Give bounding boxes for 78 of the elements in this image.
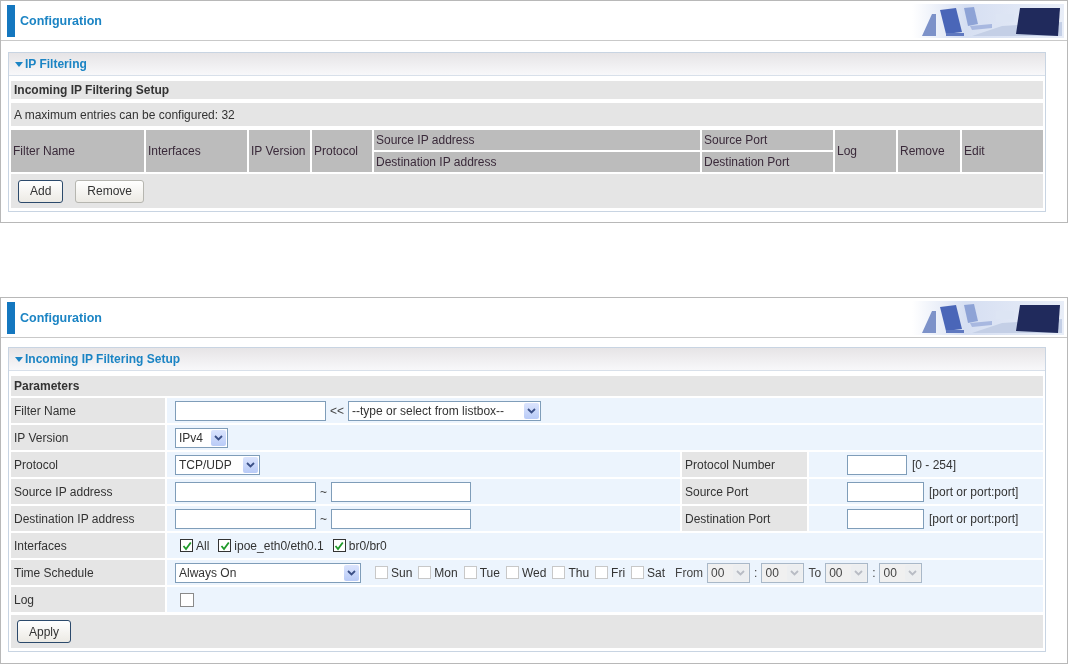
- checkbox[interactable]: Sun: [375, 565, 413, 580]
- field-hint: [port or port:port]: [929, 511, 1019, 526]
- checkmark-icon: [219, 540, 230, 551]
- dropdown[interactable]: IPv4: [175, 427, 228, 448]
- separator: :: [754, 565, 758, 580]
- entries-note: A maximum entries can be configured: 32: [11, 103, 1043, 126]
- dropdown[interactable]: TCP/UDP: [175, 454, 260, 475]
- dropdown[interactable]: Always On: [175, 562, 361, 583]
- section-title[interactable]: IP Filtering: [12, 57, 87, 71]
- time-label: From: [675, 565, 704, 580]
- section-subtitle: Parameters: [11, 376, 1043, 396]
- field-hint: [port or port:port]: [929, 484, 1019, 499]
- field-label: Source IP address: [11, 479, 165, 504]
- column-header: IP Version: [249, 130, 310, 172]
- field-label: IP Version: [11, 425, 165, 450]
- separator: :: [872, 565, 876, 580]
- chevron-down-icon: [854, 569, 864, 576]
- column-header: Destination IP address: [374, 152, 700, 172]
- text-field[interactable]: [331, 508, 471, 529]
- text-field[interactable]: [847, 481, 924, 502]
- column-header: Source Port: [702, 130, 833, 150]
- column-header: Source IP address: [374, 130, 700, 150]
- separator: <<: [330, 403, 344, 418]
- accent-bar: [7, 4, 15, 37]
- checkbox[interactable]: Tue: [463, 565, 500, 580]
- field-label: Interfaces: [11, 533, 165, 558]
- checkbox[interactable]: Mon: [418, 565, 458, 580]
- column-header: Interfaces: [146, 130, 247, 172]
- checkbox[interactable]: Thu: [552, 565, 590, 580]
- checkbox[interactable]: [180, 592, 194, 607]
- dropdown[interactable]: --type or select from listbox--: [348, 400, 541, 421]
- chevron-down-icon: [908, 569, 918, 576]
- field-label: Log: [11, 587, 165, 612]
- checkmark-icon: [334, 540, 345, 551]
- checkbox[interactable]: All: [180, 538, 210, 553]
- text-field[interactable]: [331, 481, 471, 502]
- text-field[interactable]: [175, 481, 316, 502]
- separator: ~: [320, 511, 327, 526]
- button[interactable]: Add: [18, 179, 64, 203]
- text-field[interactable]: [847, 454, 907, 475]
- chevron-down-icon: [527, 407, 536, 414]
- field-label: Protocol Number: [682, 452, 807, 477]
- accent-bar: [7, 301, 15, 334]
- field-hint: [0 - 254]: [912, 457, 957, 472]
- checkbox[interactable]: Fri: [595, 565, 626, 580]
- chevron-down-icon: [790, 569, 800, 576]
- field-label: Destination IP address: [11, 506, 165, 531]
- time-label: To: [808, 565, 822, 580]
- page-title: Configuration: [20, 310, 103, 325]
- chevron-down-icon: [736, 569, 746, 576]
- text-field[interactable]: [847, 508, 924, 529]
- chevron-down-icon: [347, 569, 356, 576]
- checkbox[interactable]: br0/br0: [332, 538, 387, 553]
- field-label: Time Schedule: [11, 560, 165, 585]
- checkbox[interactable]: Sat: [631, 565, 666, 580]
- separator: ~: [320, 484, 327, 499]
- field-label: Source Port: [682, 479, 807, 504]
- chevron-down-icon: [214, 434, 223, 441]
- text-field[interactable]: [175, 508, 316, 529]
- checkmark-icon: [181, 540, 192, 551]
- column-header: Remove: [898, 130, 960, 172]
- button[interactable]: Remove: [75, 179, 145, 203]
- checkbox[interactable]: Wed: [505, 565, 547, 580]
- text-field[interactable]: [175, 400, 326, 421]
- chevron-down-icon: [246, 461, 255, 468]
- column-header: Log: [835, 130, 896, 172]
- button[interactable]: Apply: [17, 620, 72, 643]
- field-label: Destination Port: [682, 506, 807, 531]
- column-header: Edit: [962, 130, 1043, 172]
- section-title[interactable]: Incoming IP Filtering Setup: [12, 352, 181, 366]
- column-header: Destination Port: [702, 152, 833, 172]
- column-header: Protocol: [312, 130, 372, 172]
- section-subtitle: Incoming IP Filtering Setup: [11, 81, 1043, 99]
- field-label: Filter Name: [11, 398, 165, 423]
- page-title: Configuration: [20, 13, 103, 28]
- field-label: Protocol: [11, 452, 165, 477]
- checkbox[interactable]: ipoe_eth0/eth0.1: [218, 538, 324, 553]
- column-header: Filter Name: [11, 130, 144, 172]
